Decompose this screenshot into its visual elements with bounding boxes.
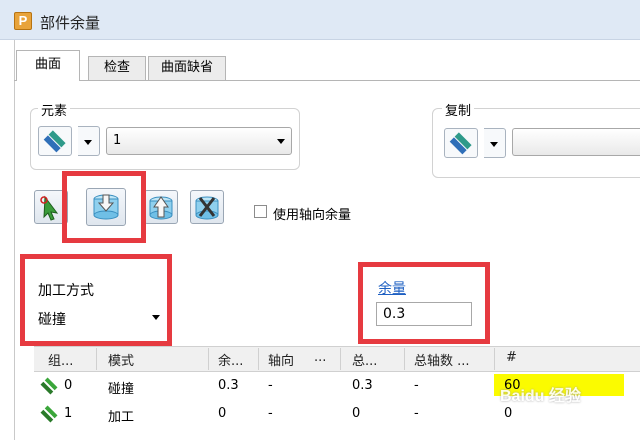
cell-mode: 碰撞 — [108, 382, 135, 397]
copy-type-button[interactable] — [444, 128, 478, 158]
element-type-button[interactable] — [38, 126, 72, 156]
element-combo-value: 1 — [113, 133, 122, 148]
cell-mode: 加工 — [108, 410, 135, 425]
chevron-down-icon — [490, 142, 498, 147]
column-header-axial-more[interactable]: ... — [314, 350, 326, 365]
layer-stack-icon — [40, 405, 58, 423]
cell-count: 0 — [504, 406, 513, 421]
copy-combo[interactable] — [512, 128, 640, 156]
highlight-box-allowance — [358, 262, 490, 344]
watermark: Baidu 经验 — [500, 388, 581, 405]
column-header-total-axial[interactable]: 总轴数 ... — [414, 350, 470, 369]
column-header-group[interactable]: 组... — [48, 350, 73, 369]
column-separator — [340, 348, 341, 370]
cell-axial: - — [268, 378, 273, 393]
window-title: 部件余量 — [40, 14, 101, 32]
copy-group-label: 复制 — [442, 100, 475, 119]
clear-layer-button[interactable] — [190, 190, 224, 224]
axial-allowance-label: 使用轴向余量 — [273, 208, 352, 223]
layer-up-arrow-icon — [149, 196, 173, 220]
cell-group: 0 — [64, 378, 73, 393]
cell-allowance: 0.3 — [218, 378, 239, 393]
column-header-axial[interactable]: 轴向 — [268, 350, 294, 369]
tab-surface-active-label: 曲面 — [34, 57, 61, 72]
column-separator — [258, 348, 259, 370]
tab-surface-defaults-label: 曲面缺省 — [160, 60, 213, 75]
column-separator — [96, 348, 97, 370]
tab-surface-defaults[interactable]: 曲面缺省 — [148, 56, 226, 81]
table-row[interactable] — [34, 374, 494, 396]
axial-allowance-checkbox[interactable] — [254, 205, 267, 218]
layer-stack-icon — [40, 377, 58, 395]
column-header-total[interactable]: 总... — [352, 350, 377, 369]
layer-stack-icon — [449, 132, 472, 155]
chevron-down-icon — [277, 139, 285, 144]
column-separator — [494, 348, 495, 370]
tab-divider — [14, 80, 640, 81]
cell-axial: - — [268, 406, 273, 421]
app-logo-icon: P — [14, 12, 32, 30]
highlight-box-machining — [20, 254, 172, 346]
remove-from-layer-button[interactable] — [144, 190, 178, 224]
copy-type-dropdown[interactable] — [484, 128, 506, 158]
cell-total: 0 — [352, 406, 361, 421]
chevron-down-icon — [84, 140, 92, 145]
cell-group: 1 — [64, 406, 73, 421]
cell-allowance: 0 — [218, 406, 227, 421]
cell-total-axial: - — [414, 406, 419, 421]
elements-group-label: 元素 — [38, 100, 71, 119]
column-separator — [404, 348, 405, 370]
tab-check[interactable]: 检查 — [88, 56, 146, 81]
layer-stack-icon — [43, 130, 66, 153]
column-header-mode[interactable]: 模式 — [108, 350, 134, 369]
cell-total: 0.3 — [352, 378, 373, 393]
element-type-dropdown[interactable] — [78, 126, 100, 156]
column-separator — [208, 348, 209, 370]
column-header-count[interactable]: # — [506, 350, 517, 365]
layer-clear-icon — [195, 196, 219, 220]
tab-check-label: 检查 — [103, 60, 130, 75]
highlight-box-layer-button — [62, 171, 146, 243]
table-row[interactable] — [34, 402, 494, 424]
cell-total-axial: - — [414, 378, 419, 393]
element-combo[interactable]: 1 — [106, 127, 292, 155]
tab-surface-active[interactable]: 曲面 — [16, 50, 80, 81]
column-header-allowance[interactable]: 余... — [218, 350, 243, 369]
